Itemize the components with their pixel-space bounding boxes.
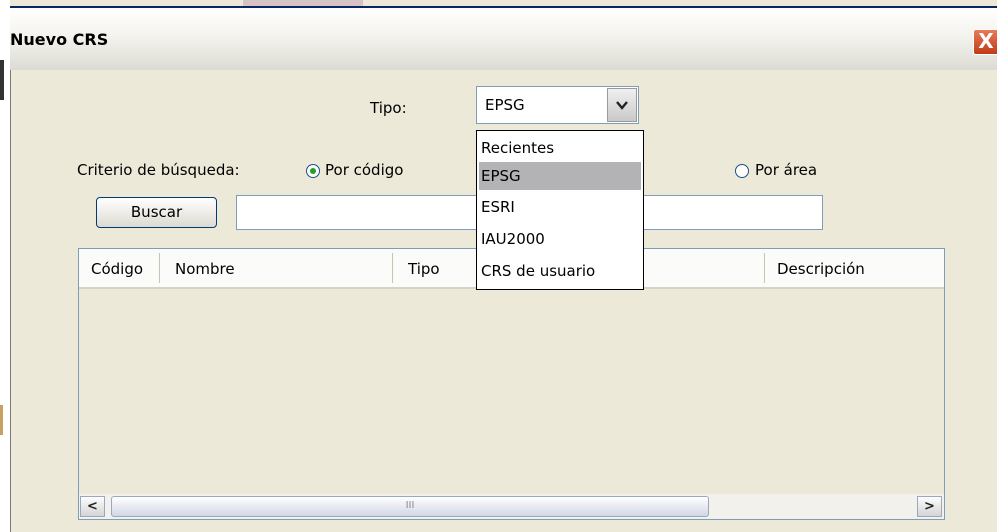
radio-selected-dot (310, 168, 316, 174)
radio-por-area[interactable] (735, 164, 749, 178)
chevron-right-icon: > (924, 499, 935, 514)
dropdown-option-esri[interactable]: ESRI (479, 193, 641, 221)
column-header-nombre[interactable]: Nombre (175, 260, 235, 278)
criteria-label: Criterio de búsqueda: (77, 161, 240, 179)
column-divider[interactable] (764, 253, 765, 283)
chevron-down-icon[interactable] (607, 88, 637, 122)
horizontal-scrollbar[interactable]: < III > (79, 494, 944, 519)
radio-por-area-label[interactable]: Por área (755, 161, 817, 179)
scroll-thumb[interactable]: III (111, 496, 709, 517)
dialog-title: Nuevo CRS (10, 30, 109, 49)
column-divider[interactable] (159, 253, 160, 283)
close-button[interactable]: X (973, 29, 997, 55)
dropdown-option-crs-usuario[interactable]: CRS de usuario (479, 257, 641, 285)
column-header-tipo[interactable]: Tipo (408, 260, 440, 278)
title-bar[interactable] (10, 8, 997, 70)
tipo-select[interactable]: EPSG (476, 86, 639, 124)
scroll-right-button[interactable]: > (917, 496, 942, 517)
search-button[interactable]: Buscar (96, 197, 217, 228)
dropdown-option-iau2000[interactable]: IAU2000 (479, 225, 641, 253)
chevron-left-icon: < (87, 499, 98, 514)
column-divider[interactable] (392, 253, 393, 283)
scroll-left-button[interactable]: < (80, 496, 105, 517)
tipo-dropdown-list: Recientes EPSG ESRI IAU2000 CRS de usuar… (476, 130, 644, 290)
tipo-selected-value: EPSG (485, 96, 525, 114)
column-header-codigo[interactable]: Código (91, 260, 143, 278)
radio-por-codigo[interactable] (306, 164, 320, 178)
dropdown-option-epsg[interactable]: EPSG (479, 162, 641, 190)
radio-por-codigo-label[interactable]: Por código (325, 161, 403, 179)
column-header-descripcion[interactable]: Descripción (777, 260, 865, 278)
background-mark (0, 60, 4, 100)
tipo-label: Tipo: (370, 99, 407, 117)
background-mark (0, 405, 3, 435)
dropdown-option-recientes[interactable]: Recientes (479, 134, 641, 162)
close-icon: X (978, 29, 994, 53)
